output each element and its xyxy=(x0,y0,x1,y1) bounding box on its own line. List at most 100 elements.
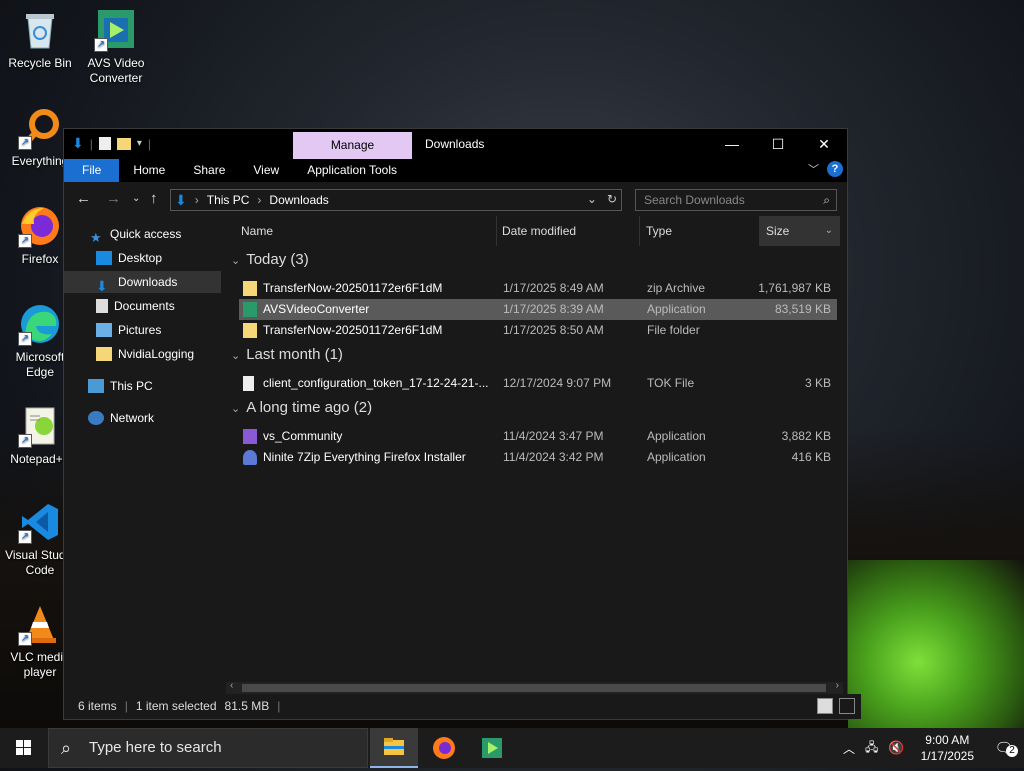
scroll-right-arrow-icon[interactable]: › xyxy=(836,680,839,691)
documents-icon xyxy=(96,299,108,313)
tab-share[interactable]: Share xyxy=(179,159,239,182)
horizontal-scrollbar[interactable]: ‹ › xyxy=(226,680,843,694)
tab-file[interactable]: File xyxy=(64,159,120,182)
navigation-pane: ★ Quick access Desktop 📌 ⬇ Downloads 📌 D… xyxy=(64,216,253,694)
group-header-today[interactable]: ⌄ Today (3) xyxy=(231,251,309,268)
file-name: vs_Community xyxy=(263,429,343,443)
search-icon[interactable]: ⌕ xyxy=(823,190,830,210)
column-date-modified[interactable]: Date modified xyxy=(496,216,640,246)
shortcut-arrow-icon: ↗ xyxy=(18,332,32,346)
minimize-button[interactable]: — xyxy=(709,129,755,159)
file-name: TransferNow-202501172er6F1dM xyxy=(263,281,443,295)
taskbar-search-input[interactable]: ⌕ Type here to search xyxy=(48,728,368,768)
file-type: Application xyxy=(647,429,706,443)
start-button[interactable] xyxy=(0,728,48,768)
nav-quick-access[interactable]: ★ Quick access xyxy=(64,223,247,245)
ribbon-tabs: File Home Share View Application Tools ﹀… xyxy=(64,159,847,182)
file-name: TransferNow-202501172er6F1dM xyxy=(263,323,443,337)
windows-logo-icon xyxy=(16,740,31,755)
file-date: 12/17/2024 9:07 PM xyxy=(503,376,612,390)
system-tray: ︿ 🖧 🔇 9:00 AM 1/17/2025 🗨 2 xyxy=(837,728,1024,768)
table-row[interactable]: Ninite 7Zip Everything Firefox Installer… xyxy=(239,447,837,468)
group-label: A long time ago (2) xyxy=(246,399,373,416)
table-row[interactable]: TransferNow-202501172er6F1dM 1/17/2025 8… xyxy=(239,320,837,341)
desktop-icon-label: Recycle Bin xyxy=(8,56,72,70)
back-arrow-icon[interactable]: ← xyxy=(76,190,91,207)
taskbar-firefox[interactable] xyxy=(420,728,468,768)
breadcrumb-this-pc[interactable]: This PC xyxy=(207,193,250,207)
breadcrumb-separator-icon: › xyxy=(257,193,262,207)
notification-center-button[interactable]: 🗨 2 xyxy=(984,739,1024,757)
details-view-icon[interactable] xyxy=(817,698,833,714)
ninite-installer-icon xyxy=(243,450,257,465)
search-input[interactable]: Search Downloads ⌕ xyxy=(635,189,837,211)
forward-arrow-icon[interactable]: → xyxy=(106,190,121,207)
refresh-icon[interactable]: ↻ xyxy=(607,192,617,206)
avs-application-icon xyxy=(243,302,257,317)
group-header-last-month[interactable]: ⌄ Last month (1) xyxy=(231,346,343,363)
network-status-icon[interactable]: 🖧 xyxy=(861,738,882,759)
visual-studio-installer-icon xyxy=(243,429,257,444)
breadcrumb-downloads[interactable]: Downloads xyxy=(269,193,328,207)
title-bar[interactable]: ⬇ | ▾ | Manage Downloads — ☐ ✕ xyxy=(64,129,847,159)
nav-label: Network xyxy=(110,411,155,425)
vscode-icon: ↗ xyxy=(18,500,62,544)
address-dropdown-chevron-icon[interactable]: ⌄ xyxy=(587,192,597,206)
close-button[interactable]: ✕ xyxy=(801,129,847,159)
desktop-icon-avs-video-converter[interactable]: ↗ AVS Video Converter xyxy=(76,8,156,86)
show-hidden-icons-chevron-icon[interactable]: ︿ xyxy=(837,740,861,757)
folder-icon xyxy=(243,323,257,338)
file-size: 1,761,987 KB xyxy=(758,281,831,295)
table-row[interactable]: client_configuration_token_17-12-24-21-.… xyxy=(239,373,837,394)
tab-home[interactable]: Home xyxy=(119,159,179,182)
desktop-folder-icon xyxy=(96,251,112,265)
folder-icon[interactable] xyxy=(116,137,131,150)
avs-video-converter-icon xyxy=(482,738,502,758)
column-type[interactable]: Type xyxy=(640,216,760,246)
desktop-icon-recycle-bin[interactable]: Recycle Bin xyxy=(0,8,80,71)
folder-icon xyxy=(96,347,112,361)
file-type: TOK File xyxy=(647,376,695,390)
recent-locations-chevron-icon[interactable]: ⌄ xyxy=(132,193,140,204)
table-row[interactable]: TransferNow-202501172er6F1dM 1/17/2025 8… xyxy=(239,278,837,299)
table-row[interactable]: vs_Community 11/4/2024 3:47 PM Applicati… xyxy=(239,426,837,447)
taskbar-file-explorer[interactable] xyxy=(370,728,418,768)
file-size: 416 KB xyxy=(791,450,831,464)
glowing-tent xyxy=(848,560,1024,730)
nav-network[interactable]: Network xyxy=(64,407,245,429)
ribbon-right-controls: ﹀ ? xyxy=(808,161,843,177)
column-filter-chevron-icon[interactable]: ⌄ xyxy=(825,216,833,246)
customize-chevron-icon[interactable]: ▾ xyxy=(137,138,142,149)
large-icons-view-icon[interactable] xyxy=(839,698,855,714)
manage-contextual-tab[interactable]: Manage xyxy=(293,132,412,159)
maximize-button[interactable]: ☐ xyxy=(755,129,801,159)
scrollbar-thumb[interactable] xyxy=(242,684,826,692)
everything-search-icon: ↗ xyxy=(18,106,62,150)
group-header-long-time-ago[interactable]: ⌄ A long time ago (2) xyxy=(231,399,372,416)
tab-view[interactable]: View xyxy=(239,159,293,182)
address-bar[interactable]: ⬇ › This PC › Downloads ⌄ ↻ xyxy=(170,189,622,211)
tab-application-tools[interactable]: Application Tools xyxy=(293,159,411,182)
file-explorer-window[interactable]: ⬇ | ▾ | Manage Downloads — ☐ ✕ File Home… xyxy=(63,128,861,720)
file-type: File folder xyxy=(647,323,700,337)
nav-label: Desktop xyxy=(118,251,163,265)
nav-this-pc[interactable]: This PC xyxy=(64,375,245,397)
taskbar-avs-video-converter[interactable] xyxy=(468,728,516,768)
table-row-selected[interactable]: AVSVideoConverter 1/17/2025 8:39 AM Appl… xyxy=(239,299,837,320)
file-list: Name Date modified Type Size ⌄ ⌄ Today (3… xyxy=(221,216,847,694)
clock[interactable]: 9:00 AM 1/17/2025 xyxy=(911,732,984,764)
volume-muted-icon[interactable]: 🔇 xyxy=(882,740,910,756)
group-label: Today (3) xyxy=(246,251,309,268)
down-arrow-icon[interactable]: ⬇ xyxy=(72,135,84,152)
properties-icon[interactable] xyxy=(98,137,111,150)
column-size[interactable]: Size ⌄ xyxy=(760,216,840,246)
column-size-label: Size xyxy=(766,224,790,238)
clock-time: 9:00 AM xyxy=(925,733,970,747)
up-arrow-icon[interactable]: ↑ xyxy=(150,190,158,207)
column-name[interactable]: Name xyxy=(235,216,497,246)
help-icon[interactable]: ? xyxy=(827,161,843,177)
expand-ribbon-chevron-icon[interactable]: ﹀ xyxy=(808,161,819,177)
file-icon xyxy=(243,376,254,391)
scroll-left-arrow-icon[interactable]: ‹ xyxy=(230,680,233,691)
status-selected: 1 item selected xyxy=(135,699,217,713)
